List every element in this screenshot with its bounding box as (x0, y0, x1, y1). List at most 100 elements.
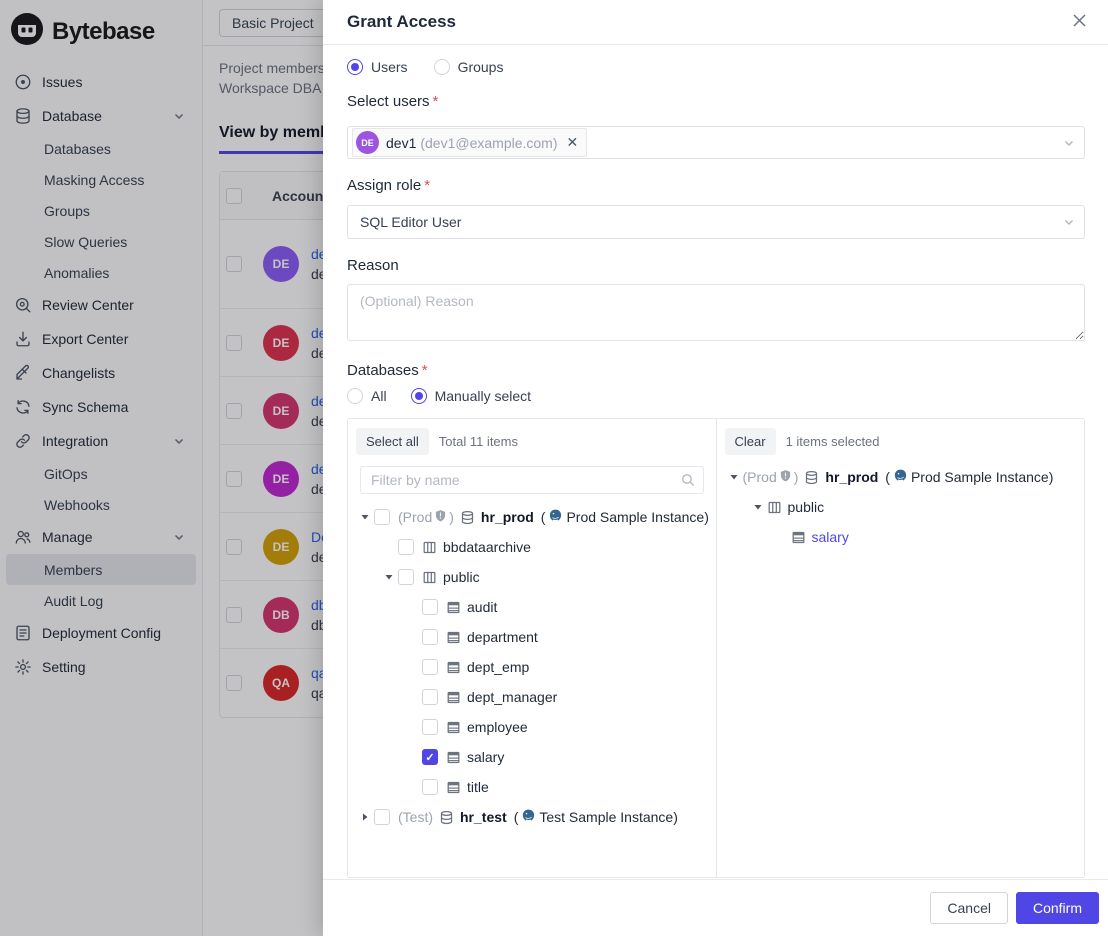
schema-icon (767, 500, 782, 515)
tree-checkbox[interactable] (422, 629, 438, 645)
tree-node-public[interactable]: public (352, 562, 716, 592)
tree-checkbox[interactable]: ✓ (422, 749, 438, 765)
database-icon (439, 810, 454, 825)
assign-role-select[interactable]: SQL Editor User (347, 205, 1085, 239)
radio-label: All (371, 388, 387, 404)
tree-checkbox[interactable] (422, 689, 438, 705)
filter-by-name-input[interactable] (360, 466, 704, 494)
tree-checkbox[interactable] (422, 599, 438, 615)
total-items-count: Total 11 items (439, 434, 518, 449)
clear-button[interactable]: Clear (725, 428, 776, 455)
member-type-option-groups[interactable]: Groups (434, 59, 504, 75)
select-all-button[interactable]: Select all (356, 428, 429, 455)
radio-label: Manually select (435, 388, 532, 404)
modal-footer: Cancel Confirm (323, 879, 1108, 936)
table-icon (446, 720, 461, 735)
modal-title: Grant Access (347, 12, 1067, 32)
node-label: employee (467, 719, 528, 735)
tree-node-public[interactable]: public (721, 492, 1085, 522)
node-label: hr_prod (825, 469, 878, 485)
node-label: salary (467, 749, 504, 765)
tree-checkbox[interactable] (422, 719, 438, 735)
caret-down-icon[interactable] (380, 572, 398, 582)
database-icon (460, 510, 475, 525)
node-label: salary (812, 529, 849, 545)
cancel-button[interactable]: Cancel (930, 892, 1008, 924)
node-label: public (788, 499, 825, 515)
environment-tag: (Test) (398, 809, 433, 825)
chevron-down-icon (1063, 137, 1075, 149)
table-icon (446, 600, 461, 615)
tree-checkbox[interactable] (422, 779, 438, 795)
node-label: hr_test (460, 809, 507, 825)
tree-node-salary[interactable]: ✓ salary (352, 742, 716, 772)
database-picker: Select all Total 11 items (Prod)hr_prod(… (347, 418, 1085, 878)
database-scope-option-manually-select[interactable]: Manually select (411, 388, 532, 404)
table-icon (446, 690, 461, 705)
required-asterisk: * (422, 362, 428, 379)
radio-icon[interactable] (411, 388, 427, 404)
tree-node-bbdataarchive[interactable]: bbdataarchive (352, 532, 716, 562)
tree-node-dept_emp[interactable]: dept_emp (352, 652, 716, 682)
caret-down-icon[interactable] (356, 512, 374, 522)
filter-field (360, 466, 704, 494)
tree-checkbox[interactable] (374, 809, 390, 825)
tree-checkbox[interactable] (398, 539, 414, 555)
node-label: title (467, 779, 489, 795)
member-type-option-users[interactable]: Users (347, 59, 408, 75)
caret-down-icon[interactable] (749, 502, 767, 512)
shield-icon (779, 469, 792, 485)
environment-tag: (Prod) (398, 509, 454, 525)
tree-node-employee[interactable]: employee (352, 712, 716, 742)
tree-node-department[interactable]: department (352, 622, 716, 652)
reason-textarea[interactable] (347, 284, 1085, 341)
caret-right-icon[interactable] (356, 812, 374, 822)
schema-icon (422, 570, 437, 585)
tree-node-audit[interactable]: audit (352, 592, 716, 622)
tree-node-salary[interactable]: salary (721, 522, 1085, 552)
database-scope-radio-group: All Manually select (347, 388, 1085, 404)
tree-node-hr_test[interactable]: (Test) hr_test (Test Sample Instance) (352, 802, 716, 832)
confirm-button[interactable]: Confirm (1016, 892, 1099, 924)
modal-body: UsersGroups Select users* DE dev1 (dev1@… (323, 45, 1108, 879)
reason-label: Reason (347, 257, 1085, 274)
caret-down-icon[interactable] (725, 472, 743, 482)
instance-tag: (Prod Sample Instance) (885, 468, 1053, 486)
tree-checkbox[interactable] (422, 659, 438, 675)
table-icon (791, 530, 806, 545)
remove-user-icon[interactable]: ✕ (565, 134, 579, 151)
node-label: dept_manager (467, 689, 557, 705)
database-scope-option-all[interactable]: All (347, 388, 387, 404)
node-label: bbdataarchive (443, 539, 531, 555)
tree-node-dept_manager[interactable]: dept_manager (352, 682, 716, 712)
instance-tag: (Test Sample Instance) (514, 808, 678, 826)
node-label: audit (467, 599, 497, 615)
radio-icon[interactable] (347, 388, 363, 404)
select-users-input[interactable]: DE dev1 (dev1@example.com) ✕ (347, 126, 1085, 159)
avatar: DE (356, 131, 379, 154)
modal-header: Grant Access (323, 0, 1108, 45)
node-label: hr_prod (481, 509, 534, 525)
postgresql-icon (548, 508, 563, 526)
member-type-radio-group: Users Groups (347, 59, 1085, 75)
environment-tag: (Prod) (743, 469, 799, 485)
table-icon (446, 750, 461, 765)
grant-access-modal: Grant Access UsersGroups Select users* D… (323, 0, 1108, 936)
database-picker-selected-panel: Clear 1 items selected (Prod)hr_prod(Pro… (717, 419, 1085, 877)
database-source-tree: (Prod)hr_prod(Prod Sample Instance)bbdat… (348, 495, 716, 877)
shield-icon (434, 509, 447, 525)
tree-node-title[interactable]: title (352, 772, 716, 802)
search-icon (681, 473, 695, 487)
tree-checkbox[interactable] (398, 569, 414, 585)
assign-role-label: Assign role* (347, 177, 1085, 194)
tree-node-hr_prod[interactable]: (Prod)hr_prod(Prod Sample Instance) (352, 502, 716, 532)
radio-icon[interactable] (347, 59, 363, 75)
tree-node-hr_prod[interactable]: (Prod) hr_prod (Prod Sample Instance) (721, 462, 1085, 492)
database-icon (804, 470, 819, 485)
node-label: dept_emp (467, 659, 529, 675)
postgresql-icon (521, 808, 536, 826)
close-icon[interactable] (1067, 8, 1092, 37)
tree-checkbox[interactable] (374, 509, 390, 525)
radio-icon[interactable] (434, 59, 450, 75)
postgresql-icon (893, 468, 908, 486)
